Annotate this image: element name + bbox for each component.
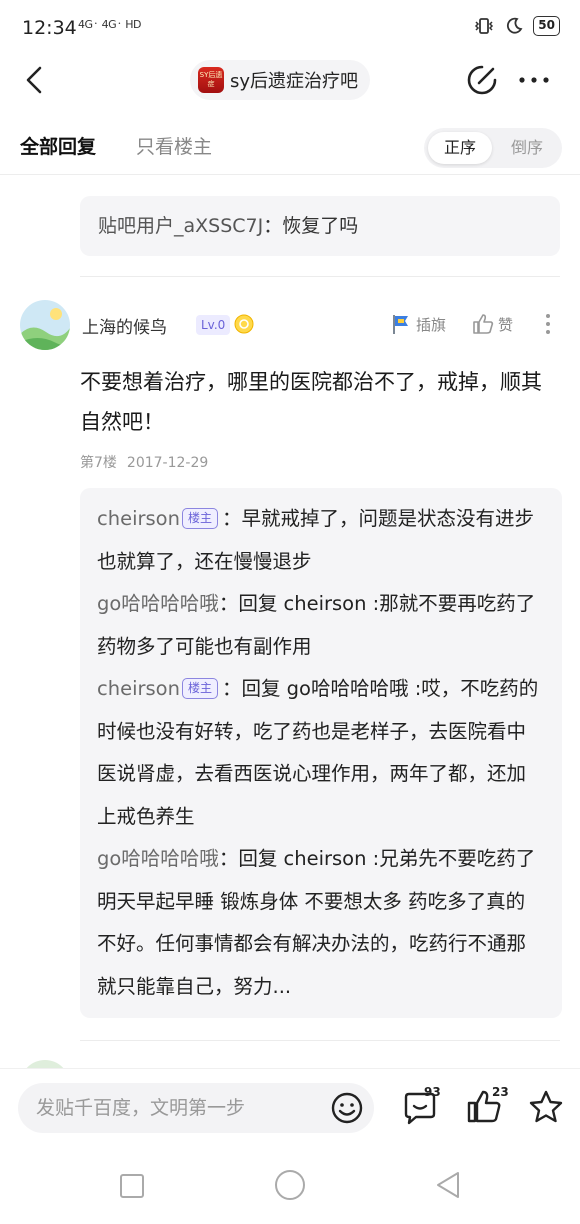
sub-reply[interactable]: cheirson 楼主 ：早就戒掉了，问题是状态没有进步也就算了，还在慢慢退步 bbox=[97, 498, 544, 583]
like-label: 赞 bbox=[498, 315, 514, 334]
flag-button[interactable]: 插旗 bbox=[390, 313, 446, 335]
home-icon[interactable] bbox=[275, 1170, 305, 1200]
sub-reply-user[interactable]: 贴吧用户_aXSSC7J bbox=[98, 215, 263, 237]
divider bbox=[0, 174, 580, 175]
reply-filter-tabs: 全部回复 只看楼主 正序 倒序 bbox=[0, 118, 580, 174]
sub-reply[interactable]: go哈哈哈哈哦：回复 cheirson :兄弟先不要吃药了 明天早起早睡 锻炼身… bbox=[97, 838, 544, 1008]
sort-order-toggle: 正序 倒序 bbox=[424, 128, 562, 168]
level-badge: Lv.0 bbox=[196, 315, 231, 335]
vibrate-icon bbox=[475, 18, 494, 34]
flag-icon bbox=[393, 315, 408, 334]
forum-logo: SY后遗症 bbox=[198, 67, 224, 93]
forum-name: sy后遗症治疗吧 bbox=[230, 71, 359, 92]
owner-tag: 楼主 bbox=[181, 678, 218, 699]
status-icons: 50 bbox=[473, 16, 560, 36]
floor-number: 第7楼 bbox=[80, 455, 117, 471]
post-username[interactable]: 上海的候鸟 bbox=[82, 313, 167, 338]
sub-reply-user[interactable]: cheirson bbox=[97, 507, 180, 530]
star-icon[interactable] bbox=[528, 1089, 564, 1125]
avatar[interactable] bbox=[20, 300, 70, 350]
sub-reply[interactable]: go哈哈哈哈哦：回复 cheirson :那就不要再吃药了 药物多了可能也有副作… bbox=[97, 583, 544, 668]
like-count: 23 bbox=[492, 1085, 509, 1099]
reply-bar: 发贴千百度，文明第一步 93 23 bbox=[0, 1068, 580, 1150]
comment-count: 93 bbox=[424, 1085, 441, 1099]
owner-tag: 楼主 bbox=[181, 508, 218, 529]
recents-icon[interactable] bbox=[120, 1174, 144, 1198]
tab-owner-only[interactable]: 只看楼主 bbox=[136, 132, 212, 159]
title-bar: SY后遗症 sy后遗症治疗吧 bbox=[0, 56, 580, 106]
divider bbox=[80, 1040, 560, 1041]
system-navigation-bar bbox=[0, 1150, 580, 1224]
moon-icon bbox=[507, 17, 523, 34]
sub-reply-list: cheirson 楼主 ：早就戒掉了，问题是状态没有进步也就算了，还在慢慢退步 go… bbox=[80, 488, 562, 1018]
coin-icon bbox=[234, 314, 254, 334]
back-icon[interactable] bbox=[18, 62, 54, 98]
more-icon[interactable] bbox=[516, 64, 552, 96]
forum-chip[interactable]: SY后遗症 sy后遗症治疗吧 bbox=[190, 60, 371, 100]
post-more-icon[interactable] bbox=[540, 312, 556, 336]
like-button[interactable]: 赞 bbox=[472, 313, 513, 335]
sort-descending-button[interactable]: 倒序 bbox=[496, 132, 558, 164]
divider bbox=[80, 276, 560, 277]
emoji-icon[interactable] bbox=[330, 1091, 364, 1125]
sub-reply-user[interactable]: go哈哈哈哈哦 bbox=[97, 847, 219, 870]
sort-ascending-button[interactable]: 正序 bbox=[428, 132, 492, 164]
flag-label: 插旗 bbox=[416, 315, 447, 334]
post-content: 不要想着治疗，哪里的医院都治不了，戒掉，顺其自然吧！ bbox=[80, 370, 542, 434]
previous-sub-reply[interactable]: 贴吧用户_aXSSC7J：恢复了吗 bbox=[80, 196, 560, 256]
sub-reply-text: 恢复了吗 bbox=[282, 215, 359, 237]
sub-reply-user[interactable]: cheirson bbox=[97, 677, 180, 700]
post-date: 2017-12-29 bbox=[126, 455, 209, 471]
battery-indicator: 50 bbox=[533, 16, 560, 36]
sub-reply-separator: ： bbox=[263, 215, 283, 237]
post-meta: 第7楼 2017-12-29 bbox=[80, 452, 218, 472]
reply-input[interactable]: 发贴千百度，文明第一步 bbox=[18, 1083, 374, 1133]
nav-back-icon[interactable] bbox=[434, 1170, 462, 1200]
signal-indicator: 4G᛫ 4G᛫ HD bbox=[78, 18, 141, 31]
status-time: 12:34 bbox=[22, 17, 77, 39]
status-bar: 12:34 4G᛫ 4G᛫ HD 50 bbox=[0, 0, 580, 56]
edit-icon[interactable] bbox=[466, 64, 498, 96]
sub-reply[interactable]: cheirson 楼主 ：回复 go哈哈哈哈哦 :哎，不吃药的时候也没有好转，吃了药… bbox=[97, 668, 544, 838]
thumbs-up-icon bbox=[473, 314, 494, 334]
tab-all-replies[interactable]: 全部回复 bbox=[20, 132, 96, 159]
sub-reply-user[interactable]: go哈哈哈哈哦 bbox=[97, 592, 219, 615]
